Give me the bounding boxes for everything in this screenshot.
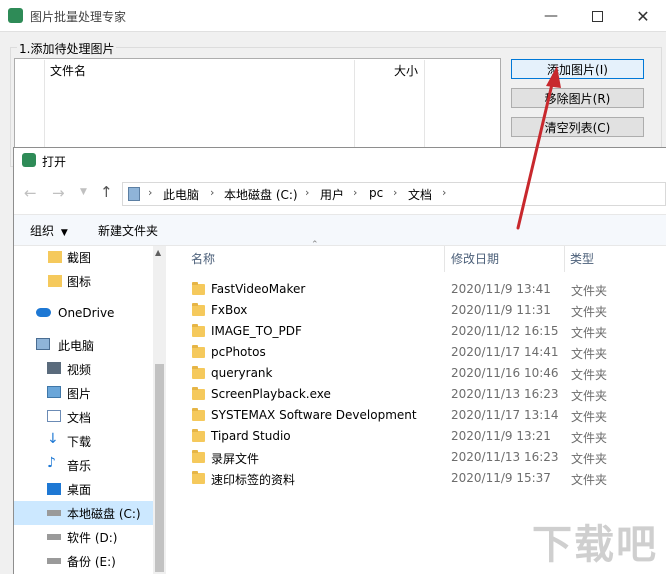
annotation-arrow (516, 66, 561, 230)
watermark-logo: 下载吧 (532, 522, 658, 568)
